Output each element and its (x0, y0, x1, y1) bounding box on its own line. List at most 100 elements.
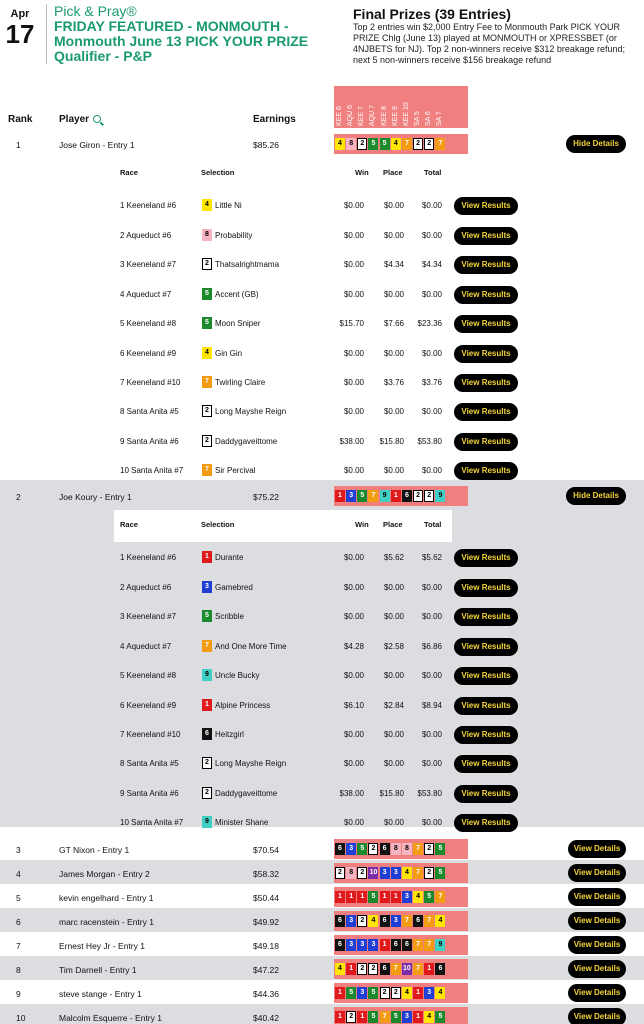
view-results-button[interactable]: View Results (454, 726, 518, 744)
entry-player: Ernest Hey Jr - Entry 1 (59, 941, 145, 951)
details-header-race: Race (120, 520, 138, 529)
saddlecloth-chip: 4 (413, 891, 424, 903)
saddlecloth-chip: 7 (202, 376, 212, 388)
view-results-button[interactable]: View Results (454, 345, 518, 363)
horse-name: Thatsalrightmama (215, 259, 280, 269)
saddlecloth-chip: 2 (357, 867, 368, 879)
player-header[interactable]: Player (59, 114, 102, 125)
saddlecloth-chip: 4 (202, 347, 212, 359)
details-row: 4 Aqueduct #7 7 And One More Time $4.28 $2.5… (114, 638, 634, 656)
view-results-button[interactable]: View Results (454, 433, 518, 451)
view-results-button[interactable]: View Results (454, 697, 518, 715)
details-total: $0.00 (421, 818, 442, 827)
view-results-button[interactable]: View Results (454, 608, 518, 626)
saddlecloth-chip: 2 (335, 867, 345, 879)
details-race: 1 Keeneland #6 (120, 553, 177, 562)
race-header-label: KEE 8 (380, 106, 388, 126)
details-place: $0.00 (383, 290, 404, 299)
entry-picks: 4825547227 (334, 134, 468, 154)
details-selection: 4 Gin Gin (202, 347, 242, 359)
saddlecloth-chip: 5 (202, 610, 212, 622)
view-results-button[interactable]: View Results (454, 785, 518, 803)
view-results-button[interactable]: View Results (454, 549, 518, 567)
details-row: 9 Santa Anita #6 2 Daddygaveittome $38.00 $1… (114, 785, 634, 803)
view-details-button[interactable]: View Details (568, 912, 626, 930)
details-race: 8 Santa Anita #5 (120, 759, 179, 768)
saddlecloth-chip: 2 (357, 963, 368, 975)
view-details-button[interactable]: View Details (568, 984, 626, 1002)
details-row: 5 Keeneland #8 5 Moon Sniper $15.70 $7.66 $23… (114, 315, 634, 333)
hide-details-button[interactable]: Hide Details (566, 487, 626, 505)
saddlecloth-chip: 1 (346, 891, 357, 903)
view-results-button[interactable]: View Results (454, 197, 518, 215)
details-selection: 4 Little Ni (202, 199, 242, 211)
saddlecloth-chip: 3 (357, 939, 368, 951)
details-win: $0.00 (343, 553, 364, 562)
view-details-button[interactable]: View Details (568, 960, 626, 978)
saddlecloth-chip: 4 (435, 987, 446, 999)
view-results-button[interactable]: View Results (454, 755, 518, 773)
view-details-button[interactable]: View Details (568, 840, 626, 858)
view-details-button[interactable]: View Details (568, 936, 626, 954)
saddlecloth-chip: 2 (413, 490, 424, 502)
saddlecloth-chip: 9 (379, 490, 390, 502)
saddlecloth-chip: 1 (346, 963, 357, 975)
saddlecloth-chip: 2 (413, 138, 424, 150)
details-race: 5 Keeneland #8 (120, 319, 177, 328)
entry-rank: 5 (16, 893, 21, 903)
view-results-button[interactable]: View Results (454, 374, 518, 392)
details-place: $15.80 (379, 789, 404, 798)
view-results-button[interactable]: View Results (454, 579, 518, 597)
view-results-button[interactable]: View Results (454, 256, 518, 274)
saddlecloth-chip: 7 (413, 843, 424, 855)
saddlecloth-chip: 1 (335, 987, 345, 999)
saddlecloth-chip: 9 (435, 939, 446, 951)
view-results-button[interactable]: View Results (454, 286, 518, 304)
view-results-button[interactable]: View Results (454, 403, 518, 421)
saddlecloth-chip: 1 (390, 490, 401, 502)
details-total: $0.00 (421, 407, 442, 416)
details-win: $0.00 (343, 260, 364, 269)
horse-name: Scribble (215, 611, 244, 621)
horse-name: Daddygaveittome (215, 436, 278, 446)
details-row: 1 Keeneland #6 4 Little Ni $0.00 $0.00 $0.00 V… (114, 197, 634, 215)
saddlecloth-chip: 3 (346, 843, 357, 855)
view-details-button[interactable]: View Details (568, 864, 626, 882)
race-header-label: SA 5 (414, 111, 422, 126)
saddlecloth-chip: 3 (346, 915, 357, 927)
view-results-button[interactable]: View Results (454, 462, 518, 480)
details-race: 10 Santa Anita #7 (120, 818, 184, 827)
details-race: 5 Keeneland #8 (120, 671, 177, 680)
details-row: 3 Keeneland #7 5 Scribble $0.00 $0.00 $0.00 Vi… (114, 608, 634, 626)
horse-name: Long Mayshe Reign (215, 406, 287, 416)
details-row: 7 Keeneland #10 6 Heitzgirl $0.00 $0.00 $0.00… (114, 726, 634, 744)
details-win: $0.00 (343, 349, 364, 358)
saddlecloth-chip: 3 (401, 891, 412, 903)
details-place: $0.00 (383, 759, 404, 768)
details-win: $38.00 (339, 789, 364, 798)
saddlecloth-chip: 3 (390, 867, 401, 879)
saddlecloth-chip: 4 (424, 1011, 435, 1023)
view-results-button[interactable]: View Results (454, 227, 518, 245)
saddlecloth-chip: 7 (435, 138, 446, 150)
saddlecloth-chip: 2 (202, 405, 212, 417)
saddlecloth-chip: 5 (202, 317, 212, 329)
details-row: 5 Keeneland #8 9 Uncle Bucky $0.00 $0.00 $0.0… (114, 667, 634, 685)
saddlecloth-chip: 3 (424, 987, 435, 999)
details-row: 10 Santa Anita #7 9 Minister Shane $0.00 $0.… (114, 814, 634, 832)
view-details-button[interactable]: View Details (568, 1008, 626, 1024)
search-icon[interactable] (93, 115, 102, 124)
hide-details-button[interactable]: Hide Details (566, 135, 626, 153)
view-details-button[interactable]: View Details (568, 888, 626, 906)
view-results-button[interactable]: View Results (454, 667, 518, 685)
saddlecloth-chip: 2 (424, 843, 435, 855)
view-results-button[interactable]: View Results (454, 638, 518, 656)
details-row: 4 Aqueduct #7 5 Accent (GB) $0.00 $0.00 $0.00… (114, 286, 634, 304)
details-row: 8 Santa Anita #5 2 Long Mayshe Reign $0.00 $… (114, 755, 634, 773)
view-results-button[interactable]: View Results (454, 315, 518, 333)
view-results-button[interactable]: View Results (454, 814, 518, 832)
saddlecloth-chip: 5 (368, 138, 379, 150)
details-total: $0.00 (421, 583, 442, 592)
details-win: $15.70 (339, 319, 364, 328)
entry-picks: 1357916229 (334, 486, 468, 506)
